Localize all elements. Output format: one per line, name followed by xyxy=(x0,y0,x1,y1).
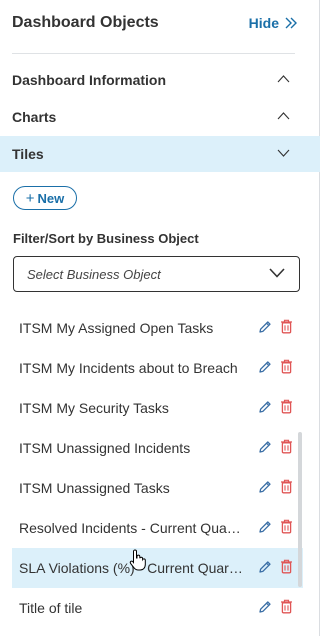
chevron-down-icon xyxy=(277,149,290,157)
double-chevron-right-icon xyxy=(285,17,297,29)
tile-name: ITSM Unassigned Tasks xyxy=(19,480,170,496)
section-label: Tiles xyxy=(12,146,44,162)
new-tile-button[interactable]: + New xyxy=(13,186,77,210)
pencil-icon[interactable] xyxy=(258,320,272,334)
trash-icon[interactable] xyxy=(280,439,293,454)
pencil-icon[interactable] xyxy=(258,560,272,574)
chevron-up-icon xyxy=(277,112,290,120)
pencil-icon[interactable] xyxy=(258,440,272,454)
section-label: Dashboard Information xyxy=(12,72,167,88)
select-placeholder: Select Business Object xyxy=(27,266,161,282)
section-label: Charts xyxy=(12,109,57,125)
tile-list: ITSM My Assigned Open Tasks ITSM My Incid… xyxy=(12,308,303,628)
tile-list-item[interactable]: SLA Violations (%) - Current Quarter xyxy=(12,548,303,588)
tile-list-item[interactable]: ITSM My Incidents about to Breach xyxy=(12,348,303,388)
pencil-icon[interactable] xyxy=(258,400,272,414)
pencil-icon[interactable] xyxy=(258,480,272,494)
section-tiles[interactable]: Tiles xyxy=(0,136,320,172)
tile-list-item[interactable]: ITSM My Assigned Open Tasks xyxy=(12,308,303,348)
trash-icon[interactable] xyxy=(280,479,293,494)
chevron-down-icon xyxy=(269,268,285,278)
hand-pointer-icon xyxy=(129,549,146,571)
panel-title: Dashboard Objects xyxy=(12,14,159,31)
section-charts[interactable]: Charts xyxy=(0,99,320,135)
chevron-up-icon xyxy=(277,75,290,83)
trash-icon[interactable] xyxy=(280,359,293,374)
tile-name: ITSM Unassigned Incidents xyxy=(19,440,191,456)
tile-name: ITSM My Incidents about to Breach xyxy=(19,360,238,376)
new-button-label: New xyxy=(37,190,65,206)
trash-icon[interactable] xyxy=(280,559,293,574)
business-object-select[interactable]: Select Business Object xyxy=(13,256,300,292)
pencil-icon[interactable] xyxy=(258,600,272,614)
dashboard-objects-panel: Dashboard Objects Hide Dashboard Informa… xyxy=(0,0,320,636)
header-divider xyxy=(12,53,295,54)
hide-button[interactable]: Hide xyxy=(249,15,297,31)
tile-name: ITSM My Security Tasks xyxy=(19,400,169,416)
trash-icon[interactable] xyxy=(280,599,293,614)
tile-name: Title of tile xyxy=(19,600,83,616)
section-dashboard-information[interactable]: Dashboard Information xyxy=(0,62,320,98)
tile-list-item[interactable]: Title of tile xyxy=(12,588,303,628)
trash-icon[interactable] xyxy=(280,519,293,534)
panel-header: Dashboard Objects Hide xyxy=(12,14,297,36)
tile-list-item[interactable]: ITSM Unassigned Tasks xyxy=(12,468,303,508)
tile-list-item[interactable]: Resolved Incidents - Current Quarter xyxy=(12,508,303,548)
tile-name: ITSM My Assigned Open Tasks xyxy=(19,320,214,336)
plus-icon: + xyxy=(25,189,35,207)
pencil-icon[interactable] xyxy=(258,360,272,374)
hide-label: Hide xyxy=(248,15,279,31)
trash-icon[interactable] xyxy=(280,399,293,414)
filter-label: Filter/Sort by Business Object xyxy=(13,231,199,246)
tile-name: Resolved Incidents - Current Quarter xyxy=(19,520,244,536)
tile-list-item[interactable]: ITSM My Security Tasks xyxy=(12,388,303,428)
trash-icon[interactable] xyxy=(280,319,293,334)
scrollbar[interactable] xyxy=(298,432,302,587)
tile-list-item[interactable]: ITSM Unassigned Incidents xyxy=(12,428,303,468)
pencil-icon[interactable] xyxy=(258,520,272,534)
